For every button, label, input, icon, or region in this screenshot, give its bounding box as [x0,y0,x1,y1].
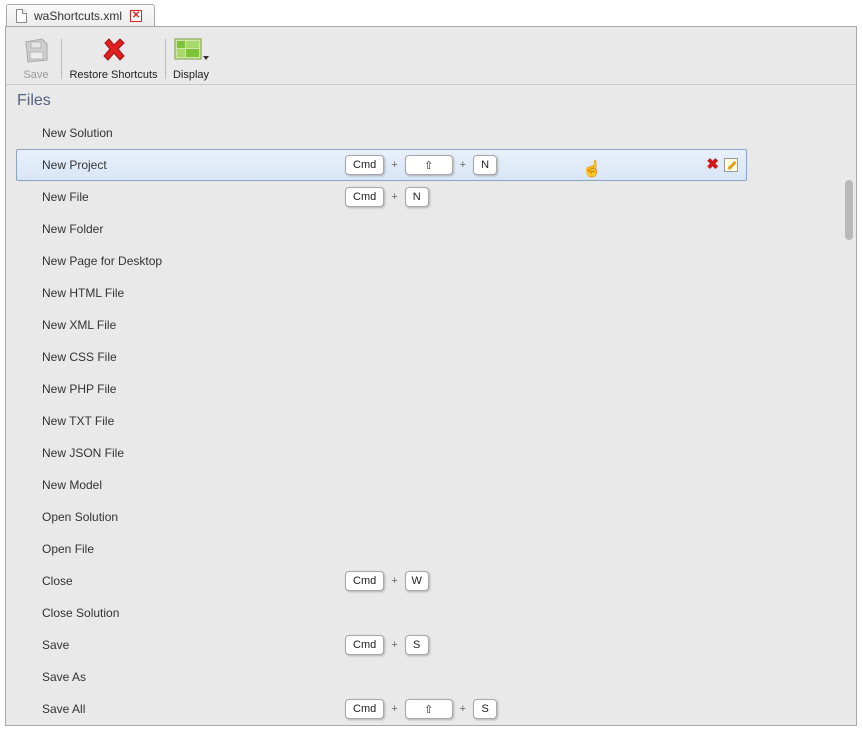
key-plus: + [391,639,398,651]
key-plus: + [459,159,467,171]
scroll-thumb[interactable] [845,180,853,240]
key-combination: Cmd + N [345,187,429,207]
keycap: Cmd [345,155,385,175]
document-icon [16,9,27,23]
keycap: Cmd [345,635,385,655]
edit-pencil-icon[interactable] [724,158,738,172]
toolbar-separator [61,39,62,79]
hand-cursor-icon: ☝ [582,161,602,178]
shortcut-label: New HTML File [42,286,125,300]
shortcut-row[interactable]: New Model [16,469,747,501]
key-plus: + [391,191,398,203]
shortcut-label: New File [42,190,89,204]
toolbar-separator [165,39,166,79]
shortcut-label: New Page for Desktop [42,254,163,268]
shortcut-row[interactable]: New Project Cmd + ⇧ + N ☝ ✖ [16,149,747,181]
display-button[interactable]: Display [169,35,213,81]
vertical-scrollbar[interactable] [842,85,856,725]
delete-icon[interactable]: ✖ [706,157,719,172]
shortcut-row[interactable]: Open File [16,533,747,565]
shortcut-row[interactable]: New Page for Desktop [16,245,747,277]
key-combination: Cmd + ⇧ + N [345,155,498,175]
close-icon[interactable]: ✕ [130,10,143,22]
tab-washortcuts[interactable]: waShortcuts.xml ✕ [6,4,155,27]
keycap: W [404,571,429,591]
keycap: S [473,699,498,719]
section-title-files: Files [17,92,51,109]
shortcut-row[interactable]: New XML File [16,309,747,341]
shortcut-row[interactable]: Save As [16,661,747,693]
keycap: S [404,635,429,655]
shortcut-label: Open File [42,542,95,556]
shortcut-label: Save [42,638,70,652]
key-plus: + [459,703,467,715]
layout-grid-icon [169,35,213,65]
keycap: Cmd [345,571,385,591]
shortcut-label: Close Solution [42,606,120,620]
keycap: Cmd [345,699,385,719]
shortcut-label: New XML File [42,318,117,332]
red-x-icon [66,35,161,65]
shortcut-label: New JSON File [42,446,125,460]
shortcut-row[interactable]: New PHP File [16,373,747,405]
floppy-disk-icon [18,35,54,65]
key-combination: Cmd + ⇧ + S [345,699,498,719]
shortcut-row[interactable]: Save All Cmd + ⇧ + S [16,693,747,725]
key-plus: + [391,575,398,587]
shortcut-label: Close [42,574,73,588]
shortcut-label: New Project [42,158,107,172]
shortcut-row[interactable]: New TXT File [16,405,747,437]
shortcut-label: Save As [42,670,87,684]
restore-shortcuts-button[interactable]: Restore Shortcuts [66,35,161,81]
shortcut-label: New PHP File [42,382,117,396]
shortcut-row[interactable]: New File Cmd + N [16,181,747,213]
shortcut-label: New CSS File [42,350,117,364]
key-plus: + [391,159,398,171]
key-plus: + [391,703,398,715]
keycap: N [404,187,429,207]
shortcut-row[interactable]: New HTML File [16,277,747,309]
shortcut-row[interactable]: Close Cmd + W [16,565,747,597]
key-combination: Cmd + W [345,571,429,591]
key-combination: Cmd + S [345,635,429,655]
shortcut-list: New Solution New Project Cmd + ⇧ + N ☝ ✖ New File… [16,117,747,725]
save-button[interactable]: Save [18,35,54,81]
shortcut-row[interactable]: New CSS File [16,341,747,373]
tab-label: waShortcuts.xml [34,9,123,23]
shortcut-row[interactable]: Open Solution [16,501,747,533]
toolbar: Save Restore Shortcuts Display [6,27,856,85]
shift-key: ⇧ [404,699,453,719]
shortcut-label: Open Solution [42,510,119,524]
row-actions: ✖ [706,157,738,172]
keycap: Cmd [345,187,385,207]
shortcut-label: New Model [42,478,103,492]
shift-key: ⇧ [404,155,453,175]
shortcut-label: New TXT File [42,414,115,428]
shortcut-label: New Solution [42,126,113,140]
keycap: N [473,155,498,175]
shortcuts-editor: Save Restore Shortcuts Display Files New… [5,26,857,726]
shortcut-label: New Folder [42,222,104,236]
tab-bar: waShortcuts.xml ✕ [0,0,863,27]
shortcut-row[interactable]: New Solution [16,117,747,149]
shortcut-row[interactable]: Save Cmd + S [16,629,747,661]
shortcut-row[interactable]: New JSON File [16,437,747,469]
shortcut-row[interactable]: Close Solution [16,597,747,629]
shortcut-row[interactable]: New Folder [16,213,747,245]
shortcut-label: Save All [42,702,86,716]
